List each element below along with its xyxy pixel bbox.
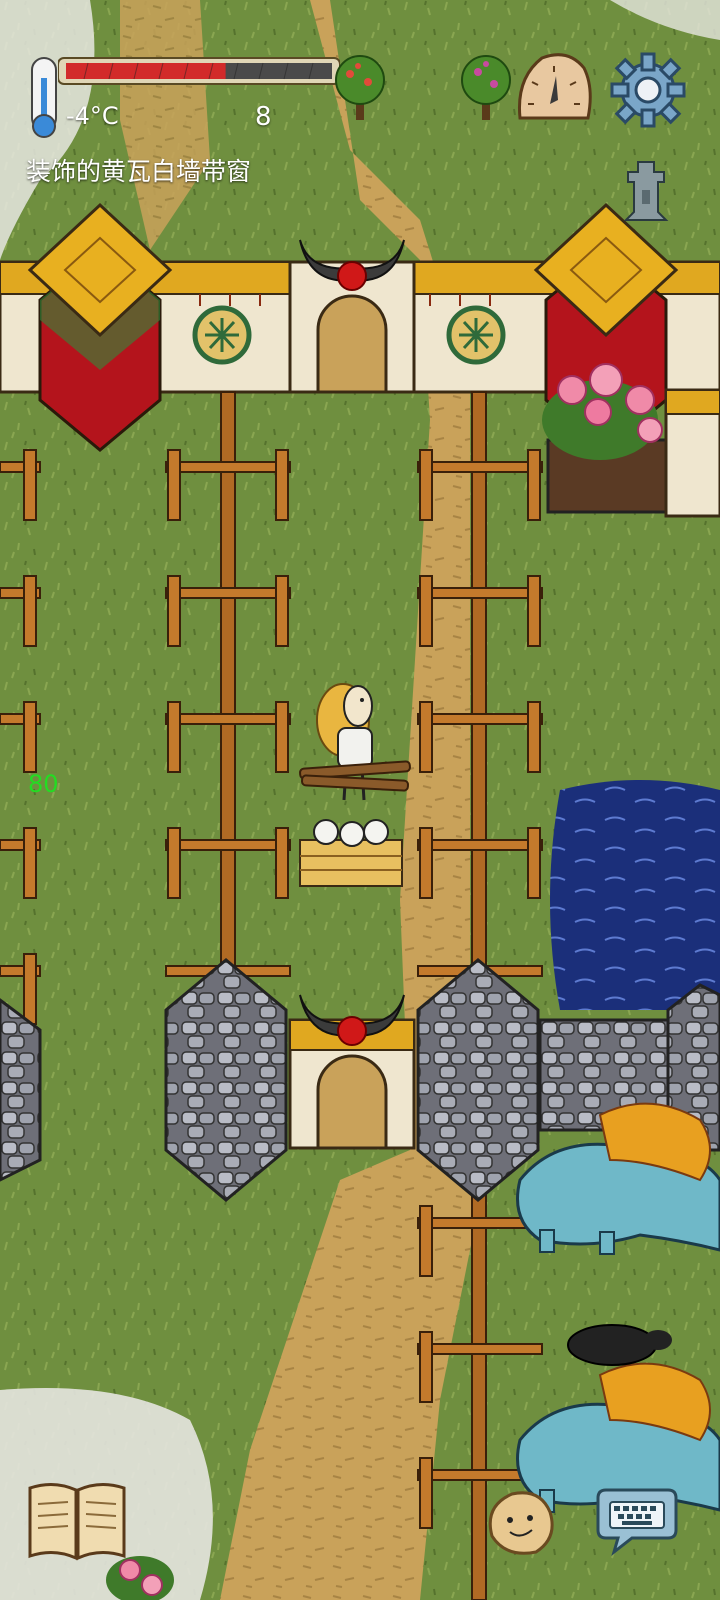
gear-icon[interactable] <box>608 50 688 130</box>
thermometer-icon <box>31 57 57 138</box>
potato-face-icon[interactable] <box>482 1486 558 1558</box>
fruit-tree-icon <box>461 55 511 120</box>
health-bar <box>58 57 340 85</box>
wooden-crate[interactable] <box>299 819 403 887</box>
game-world[interactable] <box>0 0 720 1600</box>
skull <box>339 821 365 847</box>
ancient-coin-icon[interactable] <box>620 160 672 222</box>
red-flower <box>337 1016 367 1046</box>
wall-segment <box>665 389 720 415</box>
hovered-object-label: 装饰的黄瓦白墙带窗 <box>26 157 252 186</box>
red-flower <box>337 261 367 291</box>
fps-counter: 80 <box>28 770 59 798</box>
fruit-tree-icon <box>335 55 385 120</box>
item-counter: 8 <box>255 102 272 132</box>
skull <box>313 819 339 845</box>
health-bar-fill <box>66 63 226 79</box>
water-pool <box>550 780 720 1010</box>
chat-keyboard-icon[interactable] <box>596 1484 678 1556</box>
sundial-clock-icon[interactable] <box>512 48 596 126</box>
temperature-readout: -4°C <box>66 102 119 130</box>
recipe-book-icon[interactable] <box>26 1478 128 1564</box>
skull <box>363 819 389 845</box>
